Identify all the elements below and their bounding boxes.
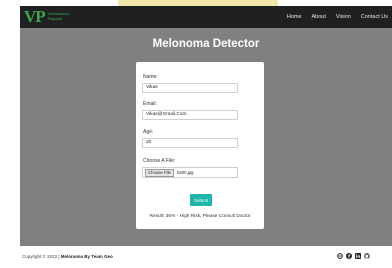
name-input[interactable]: Vikas xyxy=(142,83,238,93)
brand-line-2: Prajapati xyxy=(47,17,62,21)
email-label: Email: xyxy=(143,101,157,107)
age-label: Age: xyxy=(143,129,154,135)
copyright-prefix: Copyright © 2022 | xyxy=(22,254,60,259)
submit-button[interactable]: Submit xyxy=(190,194,212,206)
choose-file-button[interactable]: Choose File xyxy=(145,168,174,177)
nav-link-home[interactable]: Home xyxy=(287,14,302,20)
nav-link-contact[interactable]: Contact Us xyxy=(361,14,388,20)
facebook-icon[interactable] xyxy=(346,252,352,259)
email-input[interactable]: Vikas@Gmail.Com xyxy=(142,110,238,120)
nav-link-about[interactable]: About xyxy=(312,14,326,20)
brand-mark: VP xyxy=(24,7,46,26)
detector-form-card: Name: Vikas Email: Vikas@Gmail.Com Age: … xyxy=(136,62,264,229)
navbar: VP Vishwakarma Prajapati Home About Visi… xyxy=(20,6,392,28)
social-links xyxy=(337,252,370,259)
footer: Copyright © 2022 | Melonoma By Team Geo xyxy=(20,246,392,268)
brand-logo[interactable]: VP Vishwakarma Prajapati xyxy=(24,7,69,27)
github-icon[interactable] xyxy=(364,252,370,259)
file-name: 0200.jpg xyxy=(176,170,194,175)
copyright-name: Melonoma By Team Geo xyxy=(60,254,113,259)
linkedin-icon[interactable] xyxy=(355,252,361,259)
age-input[interactable]: 20 xyxy=(142,138,238,148)
globe-icon[interactable] xyxy=(337,252,343,259)
file-label: Choose A File: xyxy=(143,158,176,164)
file-input[interactable]: Choose File 0200.jpg xyxy=(142,167,238,178)
nav-link-vision[interactable]: Vision xyxy=(336,14,351,20)
hero-section: Melonoma Detector Name: Vikas Email: Vik… xyxy=(20,28,392,246)
result-text: Result: 36% - High Risk, Please Consult … xyxy=(149,214,251,219)
page-title: Melonoma Detector xyxy=(152,38,260,50)
page: VP Vishwakarma Prajapati Home About Visi… xyxy=(0,0,392,268)
copyright: Copyright © 2022 | Melonoma By Team Geo xyxy=(22,254,113,259)
brand-text: Vishwakarma Prajapati xyxy=(48,12,70,22)
main-nav: Home About Vision Contact Us xyxy=(287,6,388,28)
name-label: Name: xyxy=(143,74,158,80)
